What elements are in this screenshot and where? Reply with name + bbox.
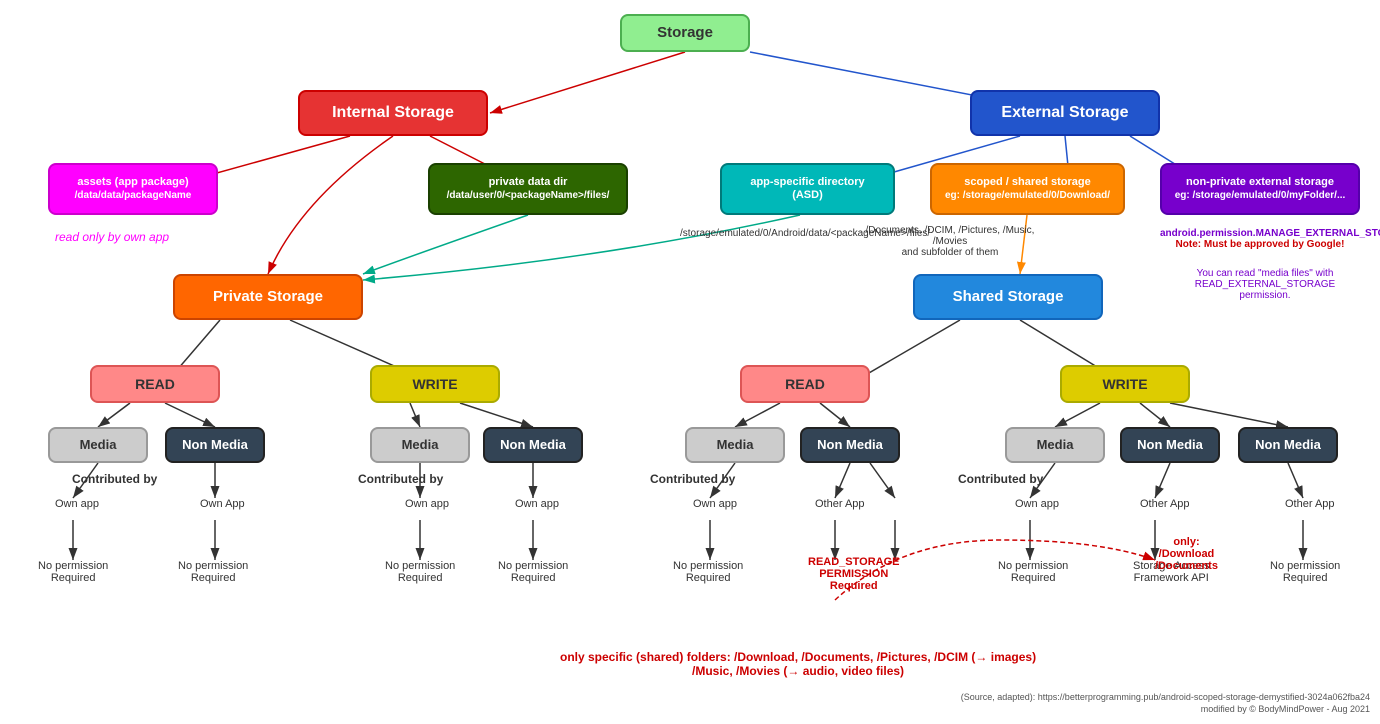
no-perm-4: No permissionRequired [498, 560, 568, 584]
connection-lines [0, 0, 1380, 724]
external-storage-node: External Storage [970, 90, 1160, 136]
shared-storage-node: Shared Storage [913, 274, 1103, 320]
asd-node: app-specific directory (ASD) [720, 163, 895, 215]
read-right-node: READ [740, 365, 870, 403]
no-perm-3: No permissionRequired [385, 560, 455, 584]
private-data-node: private data dir /data/user/0/<packageNa… [428, 163, 628, 215]
nonmedia-5-node: Non Media [1238, 427, 1338, 463]
media-2-node: Media [370, 427, 470, 463]
manage-perm-label: android.permission.MANAGE_EXTERNAL_STORA… [1160, 228, 1360, 250]
no-perm-1: No permissionRequired [38, 560, 108, 584]
contributed-4: Contributed by [958, 472, 1043, 486]
no-perm-5: No permissionRequired [673, 560, 743, 584]
only-download-label: only:/Download/Documents [1155, 536, 1218, 572]
read-only-label: read only by own app [55, 230, 169, 244]
non-private-node: non-private external storage eg: /storag… [1160, 163, 1360, 215]
read-left-node: READ [90, 365, 220, 403]
nonmedia-2-node: Non Media [483, 427, 583, 463]
own-app-4: Own app [515, 498, 559, 510]
write-left-node: WRITE [370, 365, 500, 403]
scoped-node: scoped / shared storage eg: /storage/emu… [930, 163, 1125, 215]
own-app-5: Own app [693, 498, 737, 510]
no-perm-2: No permissionRequired [178, 560, 248, 584]
asd-folders-label: /Documents, /DCIM, /Pictures, /Music, /M… [850, 225, 1050, 258]
nonmedia-1-node: Non Media [165, 427, 265, 463]
other-app-3: Other App [1285, 498, 1335, 510]
nonmedia-3-node: Non Media [800, 427, 900, 463]
other-app-2: Other App [1140, 498, 1190, 510]
media-4-node: Media [1005, 427, 1105, 463]
specific-folders-label: only specific (shared) folders: /Downloa… [560, 650, 1036, 678]
other-app-1: Other App [815, 498, 865, 510]
own-app-1: Own app [55, 498, 99, 510]
source-label: (Source, adapted): https://betterprogram… [961, 692, 1370, 702]
media-1-node: Media [48, 427, 148, 463]
write-right-node: WRITE [1060, 365, 1190, 403]
read-ext-storage-label: You can read "media files" withREAD_EXTE… [1165, 268, 1365, 301]
no-perm-6: No permissionRequired [998, 560, 1068, 584]
read-storage-perm: READ_STORAGEPERMISSIONRequired [808, 556, 899, 592]
own-app-6: Own app [1015, 498, 1059, 510]
private-storage-node: Private Storage [173, 274, 363, 320]
own-app-2: Own App [200, 498, 245, 510]
contributed-2: Contributed by [358, 472, 443, 486]
internal-storage-node: Internal Storage [298, 90, 488, 136]
own-app-3: Own app [405, 498, 449, 510]
modified-label: modified by © BodyMindPower - Aug 2021 [1201, 704, 1370, 714]
nonmedia-4-node: Non Media [1120, 427, 1220, 463]
no-perm-7: No permissionRequired [1270, 560, 1340, 584]
contributed-1: Contributed by [72, 472, 157, 486]
diagram: Storage Internal Storage External Storag… [0, 0, 1380, 724]
assets-node: assets (app package) /data/data/packageN… [48, 163, 218, 215]
contributed-3: Contributed by [650, 472, 735, 486]
media-3-node: Media [685, 427, 785, 463]
storage-node: Storage [620, 14, 750, 52]
